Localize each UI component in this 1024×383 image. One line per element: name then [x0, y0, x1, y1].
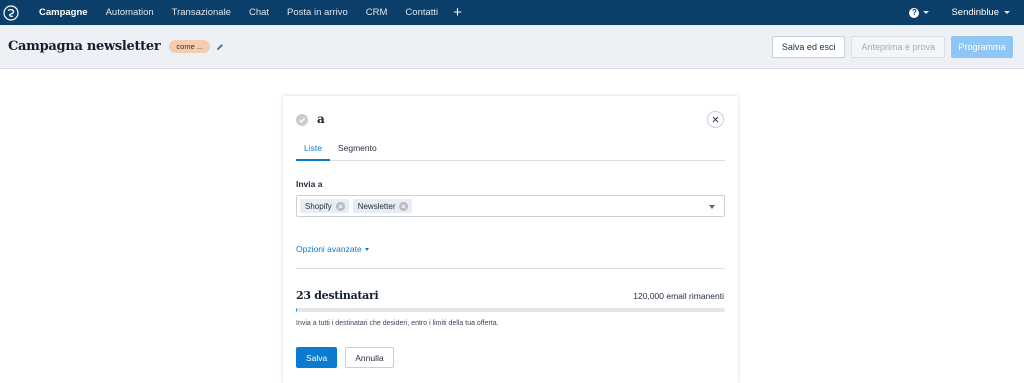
list-chip-newsletter: Newsletter: [352, 199, 413, 213]
divider: [296, 268, 725, 269]
quota-progress-fill: [296, 308, 298, 312]
advanced-options-label: Opzioni avanzate: [296, 244, 362, 254]
pencil-icon[interactable]: [216, 43, 224, 51]
remove-chip-icon[interactable]: [335, 201, 345, 211]
remove-chip-icon[interactable]: [399, 201, 409, 211]
schedule-button[interactable]: Programma: [951, 36, 1013, 58]
status-badge[interactable]: come ...: [169, 40, 211, 53]
top-navigation: Campagne Automation Transazionale Chat P…: [0, 0, 1024, 25]
nav-right: ? Sendinblue: [909, 0, 1010, 25]
chip-label: Shopify: [305, 201, 332, 211]
card-actions: Salva Annulla: [296, 347, 394, 368]
help-menu[interactable]: ?: [909, 7, 930, 18]
account-name: Sendinblue: [951, 7, 999, 18]
card-title: a: [317, 112, 325, 126]
sendinblue-logo-icon[interactable]: [2, 4, 20, 22]
nav-item-transactional[interactable]: Transazionale: [172, 7, 231, 18]
nav-item-crm[interactable]: CRM: [366, 7, 388, 18]
nav-item-chat[interactable]: Chat: [249, 7, 269, 18]
chevron-down-icon: [923, 11, 930, 14]
nav-item-automation[interactable]: Automation: [106, 7, 154, 18]
emails-remaining: 120,000 email rimanenti: [633, 291, 724, 301]
close-icon[interactable]: [707, 111, 724, 128]
send-to-label: Invia a: [296, 179, 323, 189]
nav-item-contacts[interactable]: Contatti: [405, 7, 438, 18]
save-and-exit-button[interactable]: Salva ed esci: [771, 36, 846, 58]
preview-and-test-button[interactable]: Anteprima e prova: [851, 36, 945, 58]
plus-icon[interactable]: +: [453, 5, 462, 20]
check-circle-icon: [296, 114, 308, 126]
chevron-down-icon: [1004, 11, 1010, 14]
question-circle-icon: ?: [909, 7, 920, 18]
recipient-tabs: Liste Segmento: [296, 143, 725, 161]
tab-segment[interactable]: Segmento: [330, 143, 385, 161]
quota-progress-bar: [296, 308, 725, 312]
account-menu[interactable]: Sendinblue: [951, 7, 1010, 18]
help-text: Invia a tutti i destinatari che desideri…: [296, 320, 499, 327]
chevron-down-icon: [364, 247, 369, 251]
chevron-down-icon[interactable]: [709, 205, 715, 209]
cancel-button[interactable]: Annulla: [345, 347, 394, 368]
tab-lists[interactable]: Liste: [296, 143, 330, 161]
lists-select[interactable]: Shopify Newsletter: [296, 195, 725, 217]
save-button[interactable]: Salva: [296, 347, 338, 368]
campaign-header: Campagna newsletter come ... Salva ed es…: [0, 25, 1024, 69]
nav-item-campaigns[interactable]: Campagne: [39, 7, 88, 18]
nav-item-inbox[interactable]: Posta in arrivo: [287, 7, 348, 18]
list-chip-shopify: Shopify: [300, 199, 349, 213]
page-title: Campagna newsletter: [8, 39, 161, 54]
advanced-options-link[interactable]: Opzioni avanzate: [296, 244, 369, 254]
recipients-card: a Liste Segmento Invia a Shopify Newslet…: [283, 96, 738, 383]
recipients-count: 23 destinatari: [296, 289, 379, 302]
chip-label: Newsletter: [357, 201, 396, 211]
header-actions: Salva ed esci Anteprima e prova Programm…: [771, 36, 1013, 58]
